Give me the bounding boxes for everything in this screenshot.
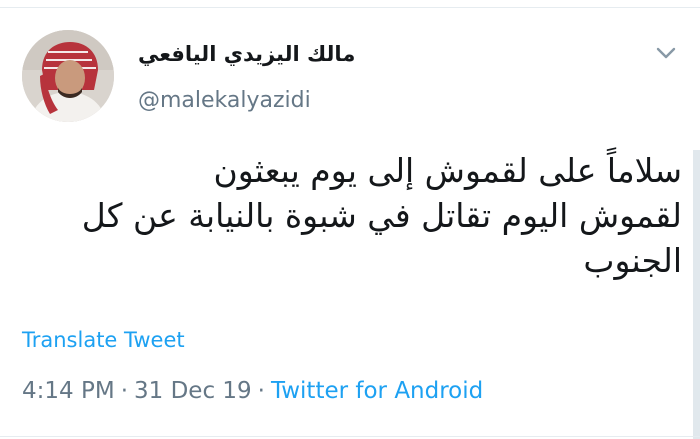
tweet-date[interactable]: 31 Dec 19 bbox=[134, 378, 252, 404]
top-divider bbox=[0, 7, 700, 8]
meta-separator: · bbox=[257, 378, 265, 404]
chevron-down-icon[interactable] bbox=[655, 46, 677, 60]
bottom-divider bbox=[0, 436, 700, 437]
tweet-card: مالك اليزيدي اليافعي @malekalyazidi سلام… bbox=[0, 0, 700, 439]
scroll-edge bbox=[693, 150, 700, 439]
tweet-text-line: سلاماً على لقموش إلى يوم يبعثون bbox=[213, 151, 683, 190]
tweet-text: سلاماً على لقموش إلى يوم يبعثون لقموش ال… bbox=[20, 148, 682, 283]
avatar-photo bbox=[22, 30, 114, 122]
avatar[interactable] bbox=[22, 30, 114, 122]
tweet-time[interactable]: 4:14 PM bbox=[22, 378, 115, 404]
tweet-text-line: لقموش اليوم تقاتل في شبوة بالنيابة عن كل bbox=[81, 196, 682, 235]
translate-tweet-link[interactable]: Translate Tweet bbox=[22, 328, 185, 352]
display-name[interactable]: مالك اليزيدي اليافعي bbox=[138, 42, 355, 66]
tweet-text-line: الجنوب bbox=[583, 241, 682, 280]
tweet-source-link[interactable]: Twitter for Android bbox=[271, 378, 483, 404]
meta-separator: · bbox=[120, 378, 128, 404]
tweet-metadata: 4:14 PM · 31 Dec 19 · Twitter for Android bbox=[22, 378, 483, 404]
user-handle[interactable]: @malekalyazidi bbox=[138, 88, 311, 113]
